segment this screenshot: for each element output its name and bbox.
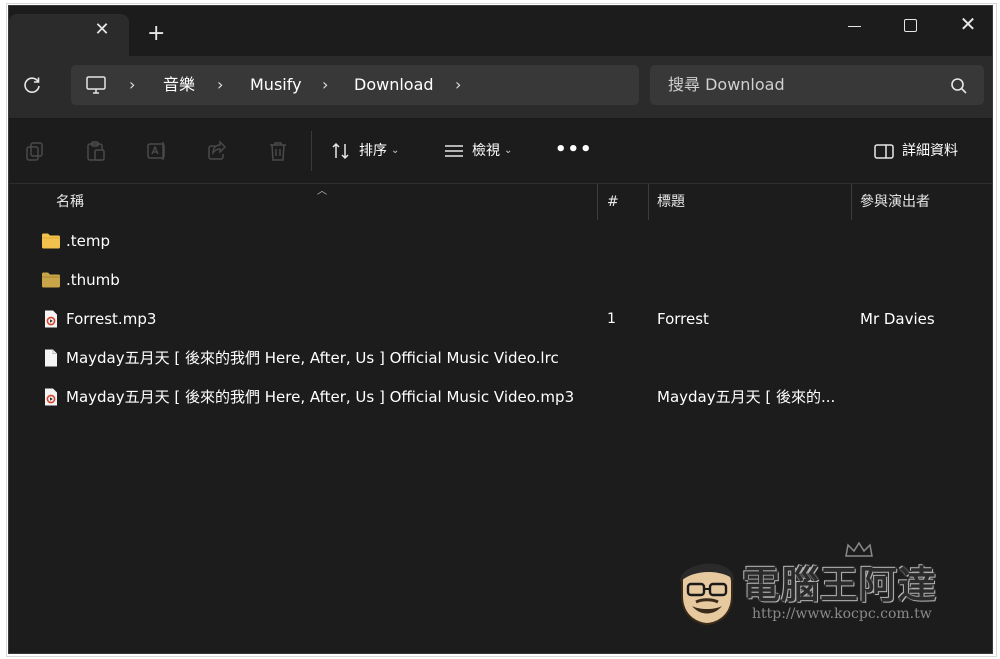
audio-file-icon bbox=[45, 388, 57, 406]
command-bar: 排序 ⌄ 檢視 ⌄ ••• 詳細資料 bbox=[9, 119, 992, 184]
track-number: 1 bbox=[607, 311, 616, 327]
file-row[interactable]: .temp bbox=[9, 224, 992, 258]
chevron-down-icon: ⌄ bbox=[504, 145, 513, 156]
file-row[interactable]: Mayday五月天 [ 後來的我們 Here, After, Us ] Offi… bbox=[9, 341, 992, 375]
breadcrumb-download[interactable]: Download bbox=[354, 75, 434, 95]
file-name: Mayday五月天 [ 後來的我們 Here, After, Us ] Offi… bbox=[66, 349, 559, 367]
column-title[interactable]: 標題 bbox=[657, 193, 685, 211]
track-title: Mayday五月天 [ 後來的... bbox=[657, 388, 836, 406]
view-button[interactable]: 檢視 ⌄ bbox=[444, 138, 512, 164]
address-row: › 音樂 › Musify › Download › 搜尋 Download bbox=[9, 56, 992, 119]
title-bar: ✕ + ✕ bbox=[9, 6, 992, 56]
share-icon[interactable] bbox=[206, 140, 228, 162]
copy-icon[interactable] bbox=[24, 140, 46, 162]
close-window-button[interactable]: ✕ bbox=[953, 14, 983, 38]
file-name: .temp bbox=[66, 232, 111, 250]
folder-icon bbox=[42, 233, 60, 249]
view-label: 檢視 bbox=[472, 143, 500, 159]
more-options-icon[interactable]: ••• bbox=[555, 140, 593, 160]
maximize-button[interactable] bbox=[895, 14, 925, 38]
document-file-icon bbox=[45, 349, 57, 367]
details-pane-button[interactable]: 詳細資料 bbox=[874, 138, 958, 164]
watermark-url: http://www.kocpc.com.tw bbox=[752, 606, 932, 622]
breadcrumb-chevron-icon[interactable]: › bbox=[129, 75, 135, 95]
toolbar-divider bbox=[311, 131, 312, 171]
sort-label: 排序 bbox=[359, 143, 387, 159]
address-bar[interactable]: › 音樂 › Musify › Download › bbox=[71, 65, 639, 105]
folder-icon bbox=[42, 272, 60, 288]
watermark-title: 電腦王阿達 bbox=[742, 563, 938, 607]
file-name: .thumb bbox=[66, 271, 120, 289]
chevron-down-icon: ⌄ bbox=[391, 145, 400, 156]
rename-icon[interactable] bbox=[146, 140, 168, 162]
watermark-logo: 電腦王阿達 http://www.kocpc.com.tw bbox=[672, 542, 972, 632]
search-box[interactable]: 搜尋 Download bbox=[650, 65, 984, 105]
tab-close-icon[interactable]: ✕ bbox=[93, 21, 111, 39]
column-header: ︿ 名稱 # 標題 參與演出者 bbox=[9, 184, 992, 220]
breadcrumb-musify[interactable]: Musify bbox=[250, 75, 302, 95]
new-tab-button[interactable]: + bbox=[147, 23, 165, 45]
column-number[interactable]: # bbox=[607, 193, 619, 211]
column-divider[interactable] bbox=[597, 184, 598, 220]
view-icon bbox=[445, 145, 463, 157]
tab-download[interactable]: ✕ bbox=[9, 14, 129, 56]
delete-icon[interactable] bbox=[267, 140, 289, 162]
minimize-button[interactable] bbox=[840, 14, 870, 38]
file-row[interactable]: .thumb bbox=[9, 263, 992, 297]
sort-button[interactable]: 排序 ⌄ bbox=[331, 138, 399, 164]
search-icon[interactable] bbox=[950, 77, 968, 95]
paste-icon[interactable] bbox=[85, 140, 107, 162]
column-name[interactable]: 名稱 bbox=[56, 193, 84, 211]
breadcrumb-music[interactable]: 音樂 bbox=[163, 75, 195, 95]
mascot-icon bbox=[680, 563, 734, 626]
breadcrumb-chevron-icon[interactable]: › bbox=[322, 75, 328, 95]
details-label: 詳細資料 bbox=[902, 143, 958, 159]
search-input[interactable]: 搜尋 Download bbox=[668, 75, 785, 95]
breadcrumb-chevron-icon[interactable]: › bbox=[455, 75, 461, 95]
this-pc-icon[interactable] bbox=[85, 74, 107, 96]
audio-file-icon bbox=[45, 310, 57, 328]
column-divider[interactable] bbox=[648, 184, 649, 220]
file-row[interactable]: Mayday五月天 [ 後來的我們 Here, After, Us ] Offi… bbox=[9, 380, 992, 414]
track-title: Forrest bbox=[657, 310, 709, 328]
file-name: Mayday五月天 [ 後來的我們 Here, After, Us ] Offi… bbox=[66, 388, 575, 406]
sort-ascending-icon: ︿ bbox=[317, 186, 327, 197]
file-name: Forrest.mp3 bbox=[66, 310, 157, 328]
track-artist: Mr Davies bbox=[860, 310, 935, 328]
column-divider[interactable] bbox=[851, 184, 852, 220]
breadcrumb-chevron-icon[interactable]: › bbox=[217, 75, 223, 95]
column-artist[interactable]: 參與演出者 bbox=[860, 193, 930, 211]
file-row[interactable]: Forrest.mp3 1 Forrest Mr Davies bbox=[9, 302, 992, 336]
file-explorer-window: ✕ + ✕ › 音樂 › Musify › Download › 搜尋 Down… bbox=[8, 5, 993, 654]
details-pane-icon bbox=[874, 144, 894, 159]
sort-icon bbox=[332, 142, 349, 160]
refresh-icon[interactable] bbox=[21, 75, 43, 97]
